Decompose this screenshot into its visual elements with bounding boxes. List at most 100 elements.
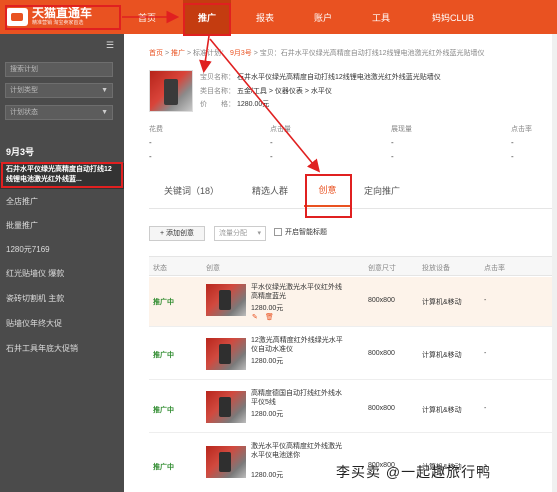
table-row[interactable]: 推广中 高精度德国自动打线红外线水平仪5线 1280.00元 800x800 计…	[149, 381, 557, 433]
plan-status-select[interactable]: 计划状态 ▼	[5, 105, 113, 120]
annotation-box-creative-tab	[305, 174, 352, 218]
sidebar-item-red-light[interactable]: 红光贴墙仪 爆款	[6, 268, 64, 279]
stat-value-ctr: -	[511, 138, 514, 147]
watermark-text: 李买卖 @一起趣旅行鸭	[336, 464, 492, 480]
stat-label-cost: 花费	[149, 126, 163, 133]
creative-title[interactable]: 高精度德国自动打线红外线水平仪5线	[251, 389, 345, 407]
breadcrumb-item: 宝贝：石井水平仪绿光高精度自动打线12线锂电池激光红外线蓝光贴墙仪	[259, 50, 485, 57]
creative-image[interactable]	[206, 338, 246, 370]
stat-value-impressions-2: -	[391, 152, 394, 161]
creative-image[interactable]	[206, 446, 246, 478]
nav-account[interactable]: 账户	[299, 0, 347, 34]
product-name-label: 宝贝名称：	[200, 74, 235, 81]
table-header: 状态 创意 创意尺寸 投放设备 点击率	[149, 256, 557, 276]
nav-mama-club[interactable]: 妈妈CLUB	[420, 0, 486, 34]
sidebar-item-year-end[interactable]: 贴墙仪年终大促	[6, 318, 62, 329]
product-name[interactable]: 石井水平仪绿光高精度自动打线12线锂电池激光红外线蓝光贴墙仪	[237, 74, 441, 81]
search-plan-input[interactable]: 搜索计划	[5, 62, 113, 77]
tab-audience[interactable]: 精选人群	[252, 184, 288, 197]
row-status: 推广中	[153, 299, 174, 306]
menu-collapse-icon[interactable]: ☰	[106, 40, 114, 51]
creative-title[interactable]: 激光水平仪高精度红外线激光水平仪电池迷你	[251, 442, 345, 460]
row-status: 推广中	[153, 407, 174, 414]
plan-type-select[interactable]: 计划类型 ▼	[5, 83, 113, 98]
stat-value-cost-2: -	[149, 152, 152, 161]
current-plan-title[interactable]: 9月3号	[6, 145, 34, 158]
header-device: 投放设备	[422, 265, 450, 272]
plan-type-label: 计划类型	[10, 87, 38, 94]
breadcrumb-plan[interactable]: 9月3号	[230, 50, 252, 57]
flow-allocation-select[interactable]: 流量分配 ▾	[214, 226, 266, 241]
nav-tools[interactable]: 工具	[357, 0, 405, 34]
chevron-down-icon: ▼	[101, 109, 108, 116]
product-name-row: 宝贝名称： 石井水平仪绿光高精度自动打线12线锂电池激光红外线蓝光贴墙仪	[200, 72, 441, 82]
stat-value-cost: -	[149, 138, 152, 147]
product-category-label: 类目名称：	[200, 88, 235, 95]
sidebar-item-store-promo[interactable]: 全店推广	[6, 196, 38, 207]
stat-label-ctr: 点击率	[511, 126, 532, 133]
product-thumbnail	[149, 70, 193, 112]
breadcrumb-promo[interactable]: 推广	[171, 50, 185, 57]
row-status: 推广中	[153, 464, 174, 471]
scrollbar[interactable]	[552, 34, 557, 492]
product-price-row: 价 格： 1280.00元	[200, 99, 269, 109]
sidebar: ☰ 搜索计划 计划类型 ▼ 计划状态 ▼ 9月3号 石井水平仪绿光高精度自动打线…	[0, 34, 124, 492]
table-row[interactable]: 推广中 平水仪绿光激光水平仪红外线高精度蓝光 1280.00元 ✎ 🗑 800x…	[149, 277, 557, 327]
creative-price: 1280.00元	[251, 305, 284, 312]
tab-divider	[149, 208, 557, 209]
row-size: 800x800	[368, 350, 395, 357]
trash-icon[interactable]: 🗑	[265, 313, 274, 321]
breadcrumb-home[interactable]: 首页	[149, 50, 163, 57]
breadcrumb-sep: >	[253, 50, 258, 57]
product-price-label: 价 格：	[200, 101, 235, 108]
creative-title[interactable]: 12激光高精度红外线绿光水平仪自动水准仪	[251, 336, 345, 354]
smart-title-label: 开启智能标题	[285, 229, 327, 236]
flow-allocation-label: 流量分配	[219, 230, 247, 237]
product-category-row: 类目名称： 五金/工具 > 仪器仪表 > 水平仪	[200, 86, 332, 96]
header-creative: 创意	[206, 265, 220, 272]
breadcrumb-sep: >	[186, 50, 192, 57]
stat-label-clicks: 点击量	[270, 126, 291, 133]
row-device: 计算机&移动	[422, 299, 462, 306]
stat-value-clicks-2: -	[270, 152, 273, 161]
row-ctr: -	[484, 297, 487, 304]
checkbox-icon[interactable]	[274, 228, 282, 236]
stat-value-impressions: -	[391, 138, 394, 147]
header-ctr: 点击率	[484, 265, 505, 272]
sidebar-item-tile-cutter[interactable]: 瓷砖切割机 主款	[6, 293, 64, 304]
sidebar-item-batch-promo[interactable]: 批量推广	[6, 220, 38, 231]
search-plan-placeholder: 搜索计划	[10, 66, 38, 73]
creative-price: 1280.00元	[251, 358, 284, 365]
stat-value-clicks: -	[270, 138, 273, 147]
table-row[interactable]: 推广中 12激光高精度红外线绿光水平仪自动水准仪 1280.00元 800x80…	[149, 328, 557, 380]
tab-keywords[interactable]: 关键词（18）	[164, 184, 219, 197]
sidebar-item-shijing-sale[interactable]: 石井工具年底大促销	[6, 343, 78, 354]
header-status: 状态	[153, 265, 167, 272]
nav-home[interactable]: 首页	[123, 0, 171, 34]
sidebar-item-1280[interactable]: 1280元7169	[6, 244, 50, 255]
breadcrumb: 首页 > 推广 > 标准计划： 9月3号 > 宝贝：石井水平仪绿光高精度自动打线…	[149, 48, 485, 58]
main-content: 首页 > 推广 > 标准计划： 9月3号 > 宝贝：石井水平仪绿光高精度自动打线…	[124, 34, 557, 492]
smart-title-toggle[interactable]: 开启智能标题	[274, 227, 327, 237]
row-status: 推广中	[153, 352, 174, 359]
product-price: 1280.00元	[236, 101, 270, 108]
row-device: 计算机&移动	[422, 352, 462, 359]
creative-price: 1280.00元	[251, 411, 284, 418]
plan-status-label: 计划状态	[10, 109, 38, 116]
annotation-box-plan-item	[1, 162, 123, 188]
creative-image[interactable]	[206, 391, 246, 423]
header-size: 创意尺寸	[368, 265, 396, 272]
row-size: 800x800	[368, 405, 395, 412]
tab-targeted[interactable]: 定向推广	[364, 184, 400, 197]
nav-reports[interactable]: 报表	[241, 0, 289, 34]
edit-icon[interactable]: ✎	[252, 313, 258, 321]
add-creative-button[interactable]: + 添加创意	[149, 226, 205, 241]
annotation-box-logo	[5, 5, 121, 30]
creative-image[interactable]	[206, 284, 246, 316]
row-device: 计算机&移动	[422, 407, 462, 414]
creative-price: 1280.00元	[251, 472, 284, 479]
creative-title[interactable]: 平水仪绿光激光水平仪红外线高精度蓝光	[251, 283, 345, 301]
row-ctr: -	[484, 350, 487, 357]
row-ctr: -	[484, 405, 487, 412]
stat-label-impressions: 展现量	[391, 126, 412, 133]
